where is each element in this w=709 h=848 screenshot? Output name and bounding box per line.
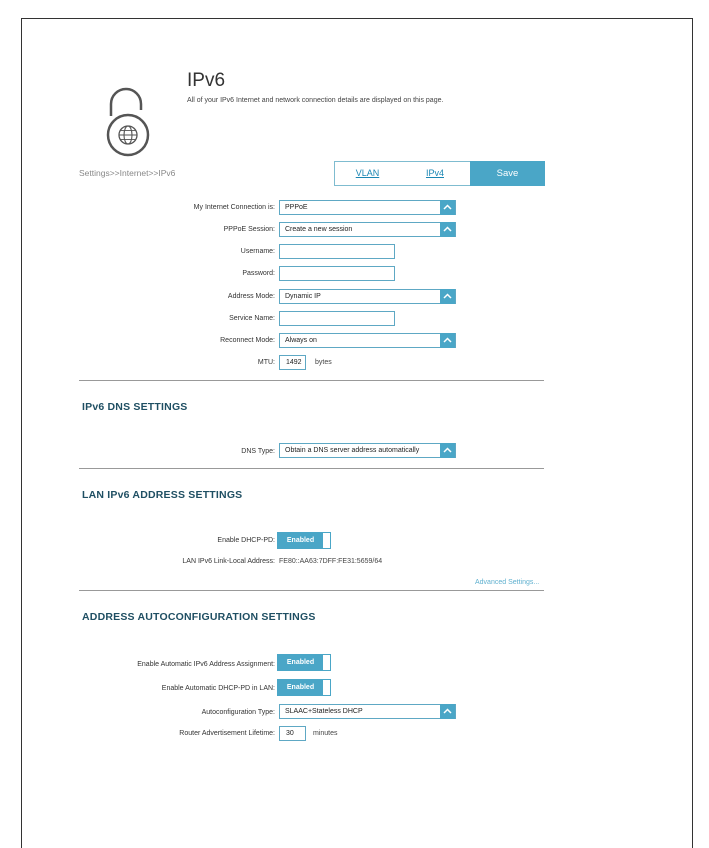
- ra-lifetime-label: Router Advertisement Lifetime:: [179, 730, 275, 737]
- password-label: Password:: [242, 270, 275, 277]
- dns-type-value: Obtain a DNS server address automaticall…: [285, 447, 420, 454]
- dns-type-select[interactable]: Obtain a DNS server address automaticall…: [279, 443, 456, 458]
- autoconf-type-select[interactable]: SLAAC+Stateless DHCP: [279, 704, 456, 719]
- dhcp-pd-toggle[interactable]: Enabled: [277, 532, 331, 549]
- autoconf-section-title: ADDRESS AUTOCONFIGURATION SETTINGS: [82, 611, 316, 623]
- divider: [79, 380, 544, 381]
- reconnect-mode-label: Reconnect Mode:: [220, 337, 275, 344]
- tab-vlan[interactable]: VLAN: [334, 161, 401, 186]
- divider: [79, 590, 544, 591]
- autoconf-type-label: Autoconfiguration Type:: [201, 709, 275, 716]
- chevron-up-icon[interactable]: [440, 704, 455, 719]
- address-mode-select[interactable]: Dynamic IP: [279, 289, 456, 304]
- tab-ipv4[interactable]: IPv4: [400, 161, 471, 186]
- link-local-value: FE80::AA63:7DFF:FE31:5659/64: [279, 558, 383, 565]
- chevron-up-icon[interactable]: [440, 333, 455, 348]
- dhcp-pd-label: Enable DHCP-PD:: [217, 537, 275, 544]
- reconnect-mode-value: Always on: [285, 337, 317, 344]
- autoconf-type-value: SLAAC+Stateless DHCP: [285, 708, 363, 715]
- address-mode-value: Dynamic IP: [285, 293, 321, 300]
- mtu-input[interactable]: 1492: [279, 355, 306, 370]
- dhcp-pd-toggle-state: Enabled: [278, 533, 323, 548]
- auto-assign-toggle[interactable]: Enabled: [277, 654, 331, 671]
- auto-dhcp-pd-label: Enable Automatic DHCP-PD in LAN:: [161, 685, 275, 692]
- lan-section-title: LAN IPv6 ADDRESS SETTINGS: [82, 489, 243, 501]
- service-name-label: Service Name:: [229, 315, 275, 322]
- page-title: IPv6: [187, 70, 226, 91]
- dns-type-label: DNS Type:: [241, 448, 275, 455]
- username-input[interactable]: [279, 244, 395, 259]
- divider: [79, 468, 544, 469]
- chevron-up-icon[interactable]: [440, 222, 455, 237]
- pppoe-session-value: Create a new session: [285, 226, 353, 233]
- chevron-up-icon[interactable]: [440, 443, 455, 458]
- mtu-label: MTU:: [257, 359, 275, 366]
- connection-type-label: My Internet Connection is:: [193, 204, 275, 211]
- auto-assign-toggle-state: Enabled: [278, 655, 323, 670]
- connection-type-select[interactable]: PPPoE: [279, 200, 456, 215]
- service-name-input[interactable]: [279, 311, 395, 326]
- username-label: Username:: [240, 248, 275, 255]
- advanced-settings-link[interactable]: Advanced Settings...: [475, 579, 539, 586]
- breadcrumb: Settings>>Internet>>IPv6: [79, 168, 176, 178]
- mtu-unit: bytes: [315, 359, 332, 366]
- chevron-up-icon[interactable]: [440, 289, 455, 304]
- auto-dhcp-pd-toggle-state: Enabled: [278, 680, 323, 695]
- pppoe-session-select[interactable]: Create a new session: [279, 222, 456, 237]
- ra-lifetime-input[interactable]: 30: [279, 726, 306, 741]
- connection-type-value: PPPoE: [285, 204, 308, 211]
- pppoe-session-label: PPPoE Session:: [223, 226, 275, 233]
- unlocked-globe-icon: [100, 80, 160, 160]
- save-button[interactable]: Save: [470, 161, 545, 186]
- reconnect-mode-select[interactable]: Always on: [279, 333, 456, 348]
- ra-lifetime-unit: minutes: [313, 730, 338, 737]
- dns-section-title: IPv6 DNS SETTINGS: [82, 401, 188, 413]
- chevron-up-icon[interactable]: [440, 200, 455, 215]
- link-local-label: LAN IPv6 Link-Local Address:: [182, 558, 275, 565]
- address-mode-label: Address Mode:: [227, 293, 275, 300]
- auto-dhcp-pd-toggle[interactable]: Enabled: [277, 679, 331, 696]
- auto-assign-label: Enable Automatic IPv6 Address Assignment…: [137, 661, 275, 668]
- page-description: All of your IPv6 Internet and network co…: [187, 97, 444, 104]
- password-input[interactable]: [279, 266, 395, 281]
